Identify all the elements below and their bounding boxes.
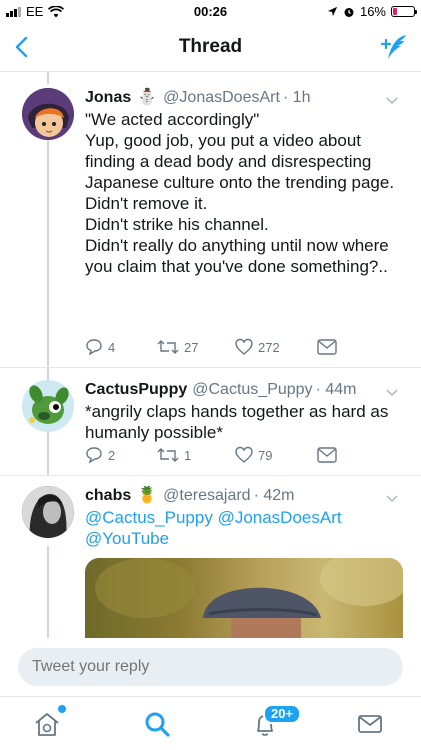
- retweet-icon: [157, 340, 179, 354]
- tweet-line: "We acted accordingly": [85, 110, 260, 129]
- like-button[interactable]: 272: [235, 338, 317, 356]
- chevron-down-icon[interactable]: [385, 93, 399, 107]
- tweet-item[interactable]: CactusPuppy @Cactus_Puppy · 44m *angrily…: [0, 368, 421, 476]
- tab-bar: [0, 696, 421, 750]
- tweet-timestamp: · 44m: [315, 381, 357, 398]
- tweet-text: "We acted accordingly" Yup, good job, yo…: [85, 109, 399, 277]
- tweet-line: Didn't strike his channel.: [85, 215, 269, 234]
- search-icon[interactable]: [142, 709, 172, 739]
- tweet-line: Yup, good job, you put a video about fin…: [85, 131, 395, 192]
- pineapple-emoji: 🍍: [137, 487, 158, 504]
- direct-message-icon[interactable]: [317, 339, 337, 355]
- tweet-timestamp: · 1h: [282, 89, 311, 106]
- tweet-media-image[interactable]: [85, 558, 403, 638]
- home-icon[interactable]: [32, 709, 62, 739]
- retweet-button[interactable]: 27: [157, 338, 235, 356]
- alarm-icon: [344, 7, 354, 17]
- home-unread-dot: [58, 705, 66, 713]
- reply-icon: [86, 447, 102, 464]
- retweet-button[interactable]: 1: [157, 446, 235, 464]
- tweet-line: Didn't really do anything until now wher…: [85, 236, 389, 276]
- thread-timeline[interactable]: Jonas ⛄ @JonasDoesArt · 1h "We acted acc…: [0, 72, 421, 638]
- battery-icon: [391, 6, 417, 17]
- retweet-count: 27: [184, 339, 199, 355]
- notifications-badge: 20+: [263, 704, 302, 724]
- snowman-emoji: ⛄: [137, 89, 158, 106]
- avatar[interactable]: [22, 486, 74, 538]
- battery-percent: 16%: [359, 4, 386, 19]
- page-title: Thread: [178, 36, 243, 57]
- heart-icon: [235, 446, 253, 463]
- like-count: 272: [258, 339, 280, 355]
- location-arrow-icon: [327, 6, 338, 17]
- tweet-timestamp: · 42m: [253, 487, 295, 504]
- reply-input[interactable]: [18, 648, 403, 686]
- avatar[interactable]: [22, 88, 74, 140]
- like-button[interactable]: 79: [235, 446, 317, 464]
- mention-link[interactable]: @JonasDoesArt: [218, 508, 342, 527]
- author-name[interactable]: chabs: [85, 486, 131, 506]
- like-count: 79: [258, 447, 273, 463]
- tweet-text: *angrily claps hands together as hard as…: [85, 402, 389, 442]
- reply-count: 4: [108, 339, 116, 355]
- tweet-text: @Cactus_Puppy @JonasDoesArt @YouTube: [85, 507, 399, 549]
- chevron-down-icon[interactable]: [385, 491, 399, 505]
- reply-button[interactable]: 4: [85, 338, 157, 356]
- tweet-actions: 4 27 272: [85, 338, 337, 356]
- status-bar: EE 00:26 16%: [0, 0, 421, 22]
- retweet-icon: [157, 448, 179, 462]
- avatar[interactable]: [22, 380, 74, 432]
- reply-button[interactable]: 2: [85, 446, 157, 464]
- tweet-line: Didn't remove it.: [85, 194, 208, 213]
- tweet-item[interactable]: Jonas ⛄ @JonasDoesArt · 1h "We acted acc…: [0, 72, 421, 368]
- compose-tweet-icon[interactable]: [379, 32, 409, 62]
- author-handle[interactable]: @Cactus_Puppy: [192, 380, 312, 400]
- reply-count: 2: [108, 447, 116, 463]
- author-handle[interactable]: @JonasDoesArt: [163, 88, 280, 108]
- mention-link[interactable]: @Cactus_Puppy: [85, 508, 213, 527]
- navigation-bar: Thread: [0, 22, 421, 72]
- reply-bar[interactable]: [18, 648, 403, 686]
- reply-icon: [86, 339, 102, 356]
- chevron-down-icon[interactable]: [385, 385, 399, 399]
- direct-message-icon[interactable]: [317, 447, 337, 463]
- author-name[interactable]: CactusPuppy: [85, 380, 187, 400]
- author-name[interactable]: Jonas: [85, 88, 131, 108]
- mention-link[interactable]: @YouTube: [85, 529, 169, 548]
- author-handle[interactable]: @teresajard: [163, 486, 250, 506]
- retweet-count: 1: [184, 447, 192, 463]
- messages-envelope-icon[interactable]: [355, 709, 385, 739]
- heart-icon: [235, 338, 253, 355]
- tweet-actions: 2 1 79: [85, 446, 337, 464]
